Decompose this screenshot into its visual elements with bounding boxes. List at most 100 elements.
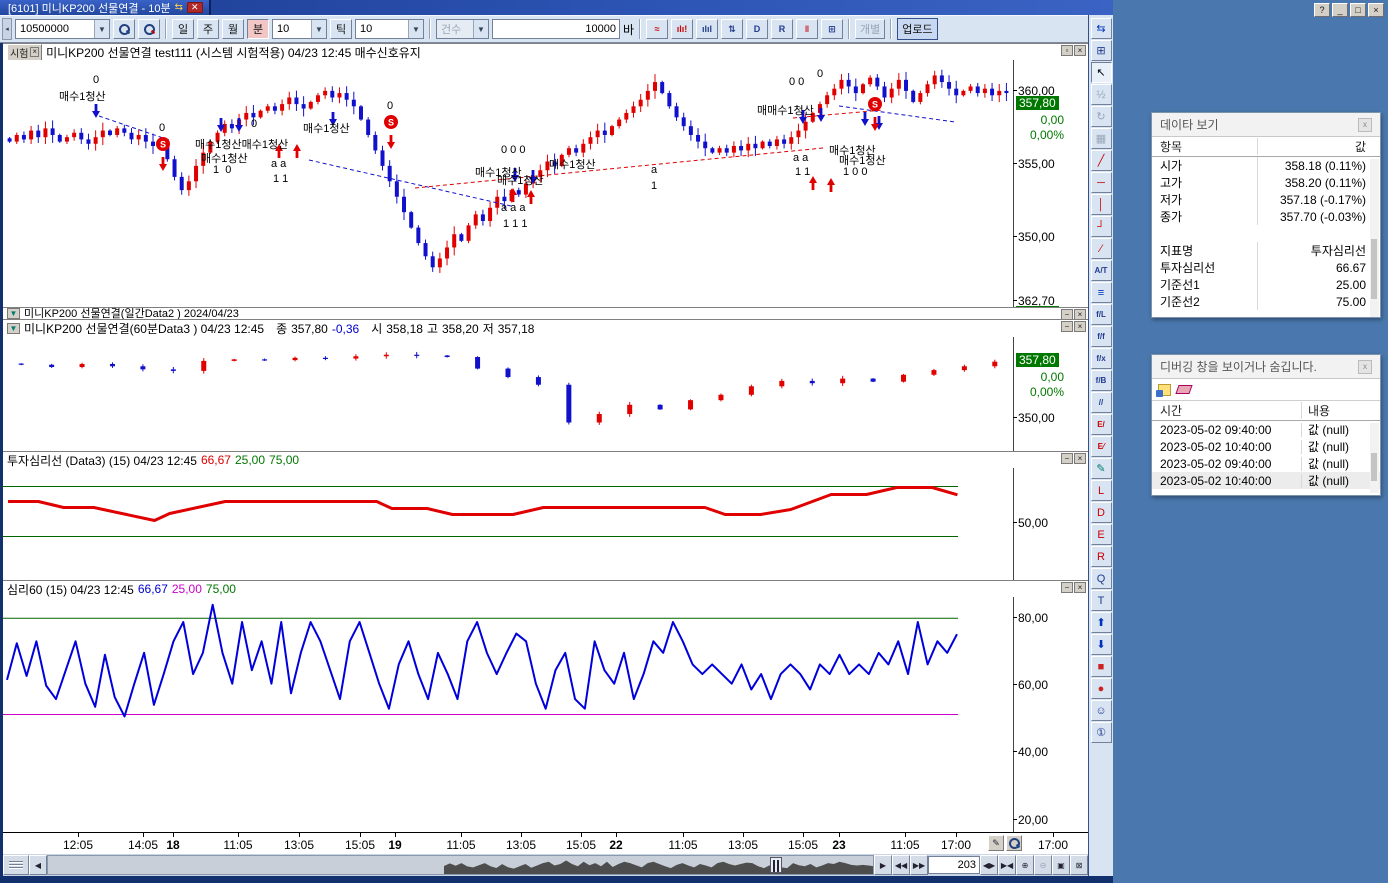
period-day-button[interactable]: 일 [172, 19, 194, 39]
step-line-icon[interactable]: ┘ [1091, 216, 1112, 237]
p60-line-chart[interactable] [3, 597, 1013, 832]
system-test-chip[interactable]: 시험 × [7, 44, 42, 61]
data-view-row[interactable]: 투자심리선66.67 [1152, 259, 1380, 276]
data-view-row[interactable]: 고가358.20 (0.11%) [1152, 174, 1380, 191]
expand-bars-button[interactable]: ▶◀ [998, 855, 1016, 875]
panel-close-button[interactable]: × [1074, 582, 1086, 593]
panel-minimize-button[interactable]: − [1061, 582, 1073, 593]
bar-chart-icon[interactable]: ılıl [696, 19, 718, 39]
minimize-button[interactable]: _ [1332, 3, 1348, 17]
panel-close-button[interactable]: × [1074, 309, 1086, 319]
signal-line-icon[interactable]: ≈ [646, 19, 668, 39]
chart-window-title-tab[interactable]: [6101] 미니KP200 선물연결 - 10분 ⇆ ✕ [0, 0, 211, 15]
data-view-row[interactable] [1152, 225, 1380, 242]
period-week-button[interactable]: 주 [197, 19, 219, 39]
panel-close-button[interactable]: × [1074, 321, 1086, 332]
debug-row[interactable]: 2023-05-02 10:40:00값 (null) [1152, 472, 1380, 489]
scroll-page-right-button[interactable]: ▶▶ [910, 855, 928, 875]
scrollbar-track[interactable] [47, 855, 874, 875]
multi-line-icon[interactable]: ≡ [1091, 282, 1112, 303]
data-view-row[interactable]: 종가357.70 (-0.03%) [1152, 208, 1380, 225]
visible-bars-input[interactable] [928, 856, 980, 874]
eraser-icon[interactable] [1175, 385, 1192, 394]
close-button[interactable]: × [1368, 3, 1384, 17]
pattern-r-icon[interactable]: R [1091, 546, 1112, 567]
circled-one-icon[interactable]: ① [1091, 722, 1112, 743]
compress-bars-button[interactable]: ◀▶ [980, 855, 998, 875]
arrow-down-icon[interactable]: ⬇ [1091, 634, 1112, 655]
text-tool-icon[interactable]: A/T [1091, 260, 1112, 281]
tick-button[interactable]: 틱 [330, 19, 352, 39]
m60-candle-chart[interactable] [3, 337, 1013, 451]
zoom-in-button[interactable]: ⊕ [1016, 855, 1034, 875]
link-swap-icon[interactable]: ⇆ [175, 2, 183, 13]
scroll-grip-button[interactable] [3, 855, 29, 875]
maximize-button[interactable]: □ [1350, 3, 1366, 17]
data-view-row[interactable]: 지표명투자심리선 [1152, 242, 1380, 259]
refresh-swap-icon[interactable]: ⇆ [1091, 18, 1112, 39]
toolbar-scroll-left-button[interactable]: ◂ [2, 18, 12, 40]
expand-arrow-icon[interactable]: ▼ [7, 308, 20, 319]
scrollbar-thumb[interactable] [770, 857, 782, 873]
doc-r-icon[interactable]: R [771, 19, 793, 39]
data-view-row[interactable]: 기준선125.00 [1152, 276, 1380, 293]
upload-button[interactable]: 업로드 [897, 18, 937, 40]
quote-icon[interactable]: Q [1091, 568, 1112, 589]
axis-zoom-button[interactable] [1006, 835, 1022, 851]
data-view-row[interactable]: 기준선275.00 [1152, 293, 1380, 310]
compare-chart-icon[interactable]: ‖ [796, 19, 818, 39]
elliott-e2-icon[interactable]: E⁄ [1091, 436, 1112, 457]
search-prev-button[interactable] [138, 19, 160, 39]
data-view-titlebar[interactable]: 데이타 보기 x [1152, 113, 1380, 137]
panel-close-button[interactable]: × [1074, 453, 1086, 464]
panel-close-button[interactable]: × [1074, 45, 1086, 56]
debug-row[interactable]: 2023-05-02 10:40:00값 (null) [1152, 438, 1380, 455]
grid-chart-icon[interactable]: ⊞ [821, 19, 843, 39]
parallel-lines-icon[interactable]: // [1091, 392, 1112, 413]
pencil-icon[interactable]: ✎ [1091, 458, 1112, 479]
tick-combo[interactable]: 10 ▼ [355, 19, 424, 39]
close-icon[interactable]: x [1358, 360, 1372, 374]
pattern-e-icon[interactable]: E [1091, 524, 1112, 545]
chevron-down-icon[interactable]: ▼ [94, 20, 109, 38]
fib-l-icon[interactable]: f/L [1091, 304, 1112, 325]
panel-minimize-button[interactable]: − [1061, 453, 1073, 464]
panel-scrollbar[interactable] [1370, 423, 1379, 493]
symbol-combo[interactable]: 10500000 ▼ [15, 19, 110, 39]
vertical-line-icon[interactable]: │ [1091, 194, 1112, 215]
smiley-icon[interactable]: ☺ [1091, 700, 1112, 721]
bar-pattern-icon[interactable]: L [1091, 480, 1112, 501]
search-button[interactable] [113, 19, 135, 39]
fib-b-icon[interactable]: f/B [1091, 370, 1112, 391]
debug-row[interactable]: 2023-05-02 09:40:00값 (null) [1152, 455, 1380, 472]
chart-box-icon[interactable]: ⊞ [1091, 40, 1112, 61]
debug-panel-titlebar[interactable]: 디버깅 창을 보이거나 숨깁니다. x [1152, 355, 1380, 379]
sort-updown-icon[interactable]: ⇅ [721, 19, 743, 39]
chevron-down-icon[interactable]: ▼ [408, 20, 423, 38]
chevron-down-icon[interactable]: ▼ [311, 20, 326, 38]
chip-close-icon[interactable]: × [30, 47, 39, 57]
red-circle-icon[interactable]: ● [1091, 678, 1112, 699]
text-t-icon[interactable]: T [1091, 590, 1112, 611]
pointer-arrow-icon[interactable]: ↖ [1091, 62, 1112, 83]
dot-chart-icon[interactable]: ılı! [671, 19, 693, 39]
scroll-page-left-button[interactable]: ◀◀ [892, 855, 910, 875]
ray-line-icon[interactable]: ⁄ [1091, 238, 1112, 259]
scroll-left-button[interactable]: ◀ [29, 855, 47, 875]
note-icon[interactable] [1158, 384, 1171, 396]
doc-d-icon[interactable]: D [746, 19, 768, 39]
bar-count-input[interactable] [492, 19, 620, 39]
tab-close-icon[interactable]: ✕ [187, 2, 203, 13]
pattern-d-icon[interactable]: D [1091, 502, 1112, 523]
close-icon[interactable]: x [1358, 118, 1372, 132]
panel-minimize-button[interactable]: − [1061, 309, 1073, 319]
close-scroll-button[interactable]: ⊠ [1070, 855, 1088, 875]
psych-line-chart[interactable] [3, 468, 1013, 580]
fit-view-button[interactable]: ▣ [1052, 855, 1070, 875]
horizontal-line-icon[interactable]: ─ [1091, 172, 1112, 193]
main-candle-chart[interactable]: SSS 0매수1청산a a1 10매수1청산매수1청산매수1청산1 00매수1청… [3, 60, 1013, 307]
period-minute-button[interactable]: 분 [247, 19, 269, 39]
debug-row[interactable]: 2023-05-02 09:40:00값 (null) [1152, 421, 1380, 438]
panel-minimize-button[interactable]: − [1061, 321, 1073, 332]
trendline-icon[interactable]: ╱ [1091, 150, 1112, 171]
